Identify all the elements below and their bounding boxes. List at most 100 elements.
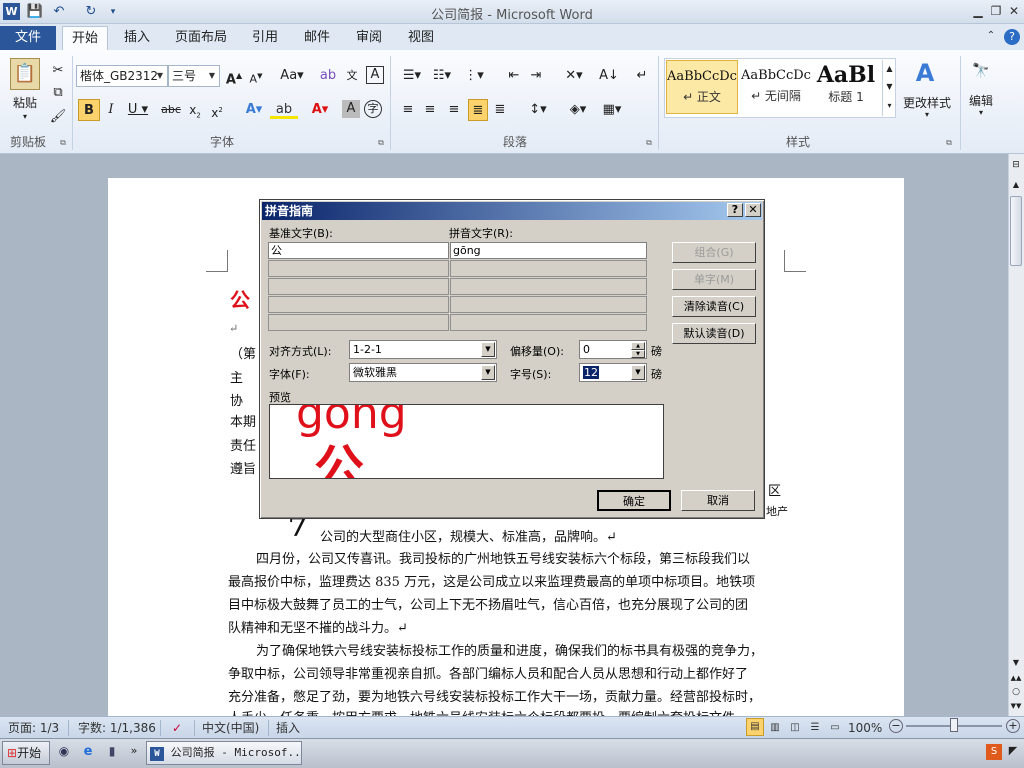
gallery-scroll-up-icon[interactable]: ▲	[882, 60, 896, 78]
zoom-level[interactable]: 100%	[848, 720, 882, 736]
font-dialog-launcher-icon[interactable]: ⧉	[376, 138, 386, 148]
clear-formatting-icon[interactable]: ab	[318, 65, 338, 87]
find-binoculars-icon[interactable]: 🔭	[970, 60, 992, 82]
editing-label[interactable]: 编辑	[964, 92, 998, 109]
cancel-button[interactable]: 取消	[681, 490, 755, 511]
offset-spinner[interactable]: 0 ▲ ▼	[579, 340, 647, 359]
mono-button[interactable]: 单字(M)	[672, 269, 756, 290]
tab-insert[interactable]: 插入	[114, 26, 160, 50]
decrease-indent-icon[interactable]: ⇤	[504, 65, 524, 87]
chevron-down-icon[interactable]: ▾	[920, 110, 934, 119]
styles-dialog-launcher-icon[interactable]: ⧉	[944, 138, 954, 148]
scroll-thumb[interactable]	[1010, 196, 1022, 266]
insert-mode-indicator[interactable]: 插入	[276, 720, 300, 736]
text-effects-icon[interactable]: A▾	[240, 99, 268, 121]
spin-up-icon[interactable]: ▲	[631, 342, 645, 350]
change-styles-icon[interactable]: A	[910, 58, 940, 88]
chevron-down-icon[interactable]: ▾	[974, 108, 988, 117]
strikethrough-icon[interactable]: abc	[160, 99, 182, 121]
internet-explorer-icon[interactable]: e	[80, 744, 96, 762]
word-count[interactable]: 字数: 1/1,386	[78, 720, 156, 736]
justify-icon[interactable]: ≣	[468, 99, 488, 121]
tab-review[interactable]: 审阅	[348, 26, 390, 50]
enclose-characters-icon[interactable]: 字	[364, 100, 382, 118]
font-name-combo[interactable]: 楷体_GB2312 ▼	[76, 65, 168, 87]
character-shading-icon[interactable]: A	[342, 100, 360, 118]
gallery-more-icon[interactable]: ▾	[882, 96, 896, 116]
superscript-icon[interactable]: x2	[208, 99, 226, 121]
show-marks-icon[interactable]: ↵	[632, 65, 652, 87]
format-painter-icon[interactable]: 🖌	[48, 106, 68, 128]
chevron-down-icon[interactable]: ▼	[205, 66, 219, 86]
chinese-layout-icon[interactable]: ✕▾	[560, 65, 588, 87]
print-layout-view-icon[interactable]: ▤	[746, 718, 764, 736]
zoom-slider-thumb[interactable]	[950, 718, 958, 732]
multilevel-list-icon[interactable]: ⋮▾	[460, 65, 488, 87]
paste-dropdown-icon[interactable]: ▾	[18, 112, 32, 121]
shrink-font-icon[interactable]: A▼	[246, 65, 266, 87]
proofing-icon[interactable]: ✓	[168, 720, 186, 736]
close-icon[interactable]: ✕	[1006, 2, 1022, 20]
increase-indent-icon[interactable]: ⇥	[526, 65, 546, 87]
group-button[interactable]: 组合(G)	[672, 242, 756, 263]
next-page-icon[interactable]: ▼▼	[1009, 700, 1023, 712]
align-center-icon[interactable]: ≡	[420, 99, 440, 121]
font-size-combo[interactable]: 三号 ▼	[168, 65, 220, 87]
tab-view[interactable]: 视图	[400, 26, 442, 50]
borders-icon[interactable]: ▦▾	[598, 99, 626, 121]
font-select[interactable]: 微软雅黑 ▼	[349, 363, 497, 382]
help-icon[interactable]: ?	[1004, 29, 1020, 45]
tab-file[interactable]: 文件	[0, 26, 56, 50]
paste-icon[interactable]: 📋	[10, 58, 40, 90]
tray-app-icon[interactable]: S	[986, 744, 1002, 760]
draft-view-icon[interactable]: ▭	[826, 720, 844, 736]
distributed-icon[interactable]: ≣	[490, 99, 510, 121]
paragraph-dialog-launcher-icon[interactable]: ⧉	[644, 138, 654, 148]
scroll-down-icon[interactable]: ▼	[1009, 656, 1023, 670]
spin-down-icon[interactable]: ▼	[631, 350, 645, 358]
bold-icon[interactable]: B	[78, 99, 100, 121]
bullets-icon[interactable]: ☰▾	[398, 65, 426, 87]
underline-icon[interactable]: U ▾	[124, 99, 152, 121]
default-reading-button[interactable]: 默认读音(D)	[672, 323, 756, 344]
scroll-up-icon[interactable]: ▲	[1009, 178, 1023, 192]
minimize-icon[interactable]: ▁	[970, 2, 986, 20]
language-indicator[interactable]: 中文(中国)	[202, 720, 259, 736]
zoom-out-icon[interactable]: −	[889, 719, 903, 733]
alignment-select[interactable]: 1-2-1 ▼	[349, 340, 497, 359]
ok-button[interactable]: 确定	[597, 490, 671, 511]
subscript-icon[interactable]: x2	[186, 99, 204, 121]
restore-icon[interactable]: ❐	[988, 2, 1004, 20]
italic-icon[interactable]: I	[102, 99, 120, 121]
previous-page-icon[interactable]: ▲▲	[1009, 672, 1023, 684]
taskbar-overflow-icon[interactable]: »	[128, 744, 140, 762]
ribbon-minimize-icon[interactable]: ⌃	[984, 30, 998, 44]
chevron-down-icon[interactable]: ▼	[481, 342, 495, 357]
size-select[interactable]: 12 ▼	[579, 363, 647, 382]
base-text-field[interactable]: 公	[268, 242, 449, 259]
change-styles-label[interactable]: 更改样式	[898, 94, 956, 111]
grow-font-icon[interactable]: A▲	[224, 65, 244, 87]
change-case-icon[interactable]: Aa▾	[278, 65, 306, 87]
phonetic-guide-icon[interactable]: 文	[342, 65, 362, 87]
help-icon[interactable]: ?	[727, 203, 743, 217]
page-count[interactable]: 页面: 1/3	[8, 720, 59, 736]
outline-view-icon[interactable]: ☰	[806, 720, 824, 736]
taskbar-word-window[interactable]: W 公司简报 - Microsof...	[146, 741, 302, 765]
tab-mailings[interactable]: 邮件	[296, 26, 338, 50]
clipboard-dialog-launcher-icon[interactable]: ⧉	[58, 138, 68, 148]
ruby-text-field[interactable]: gōng	[450, 242, 647, 259]
clear-reading-button[interactable]: 清除读音(C)	[672, 296, 756, 317]
numbering-icon[interactable]: ☷▾	[428, 65, 456, 87]
tab-page-layout[interactable]: 页面布局	[168, 26, 234, 50]
tray-network-icon[interactable]: ◤	[1006, 744, 1020, 762]
browse-object-icon[interactable]: ○	[1009, 686, 1023, 698]
style-normal[interactable]: AaBbCcDc ↵ 正文	[666, 60, 738, 114]
style-no-spacing[interactable]: AaBbCcDc ↵ 无间隔	[740, 60, 812, 114]
full-screen-reading-icon[interactable]: ▥	[766, 720, 784, 736]
close-icon[interactable]: ✕	[745, 203, 761, 217]
sort-icon[interactable]: A↓	[598, 65, 620, 87]
zoom-in-icon[interactable]: +	[1006, 719, 1020, 733]
highlight-color-icon[interactable]: ab	[270, 99, 298, 121]
chevron-down-icon[interactable]: ▼	[153, 66, 167, 86]
